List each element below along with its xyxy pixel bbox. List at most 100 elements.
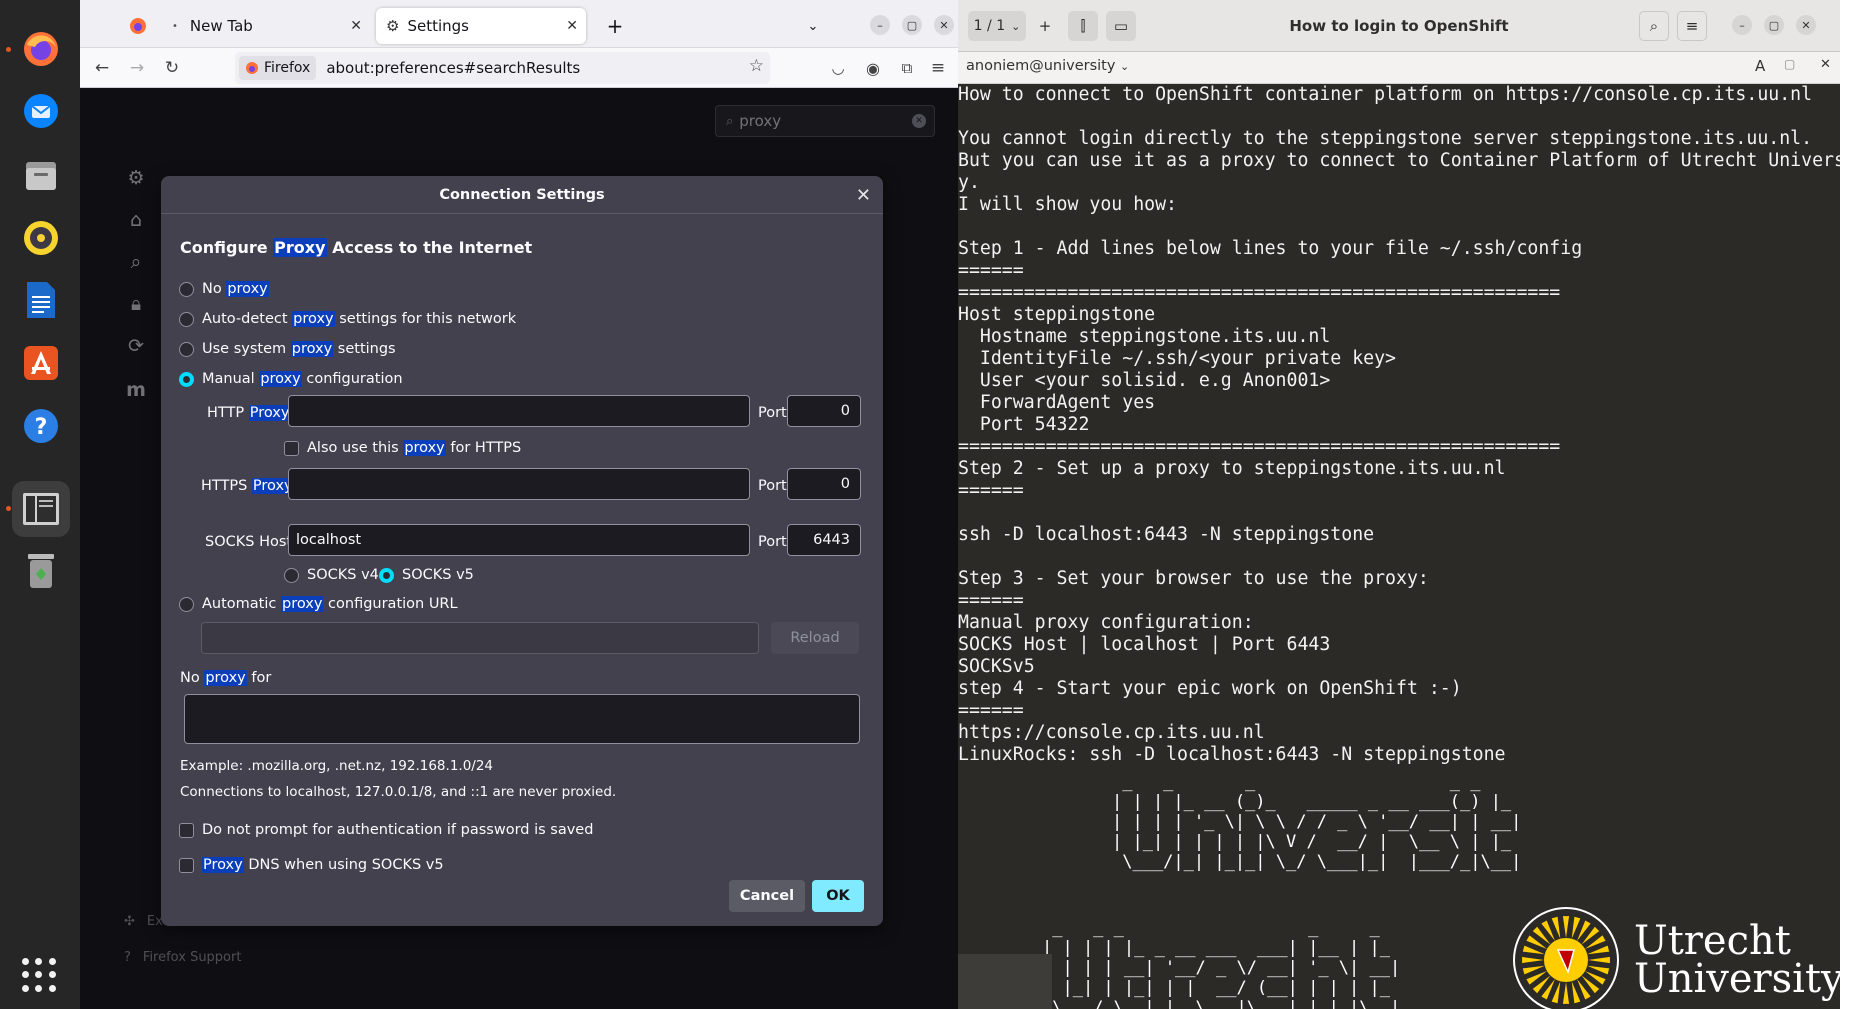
close-tab-icon[interactable]: ✕ — [566, 18, 578, 34]
https-port-input[interactable]: 0 — [787, 468, 861, 500]
rhythmbox-launcher[interactable] — [18, 215, 64, 261]
pocket-icon[interactable]: ◡ — [826, 56, 850, 80]
thunderbird-launcher[interactable] — [18, 88, 64, 134]
socks-host-input[interactable]: localhost — [288, 524, 750, 556]
auto-detect-option[interactable]: Auto-detect proxy settings for this netw… — [179, 311, 516, 327]
document-text: How to connect to OpenShift container pl… — [958, 84, 1840, 784]
socks-port-input[interactable]: 6443 — [787, 524, 861, 556]
identity-box[interactable]: Firefox — [239, 56, 317, 80]
proxy-url-input[interactable] — [201, 622, 759, 654]
maximize-button[interactable]: ▢ — [902, 15, 922, 35]
url-bar[interactable]: Firefox about:preferences#searchResults … — [235, 52, 770, 84]
radio-button[interactable] — [179, 596, 194, 612]
plus-icon: + — [606, 14, 624, 38]
url-text: about:preferences#searchResults — [326, 59, 581, 77]
proxy-dns-option[interactable]: Proxy DNS when using SOCKS v5 — [179, 857, 444, 873]
socks-v4-label: SOCKS v4 — [307, 567, 379, 583]
annotations-button[interactable]: ▭ — [1106, 11, 1136, 41]
document-line: I will show you how: — [958, 194, 1177, 215]
firefox-launcher[interactable] — [18, 26, 64, 72]
new-tab-button[interactable]: + — [600, 8, 630, 44]
close-icon[interactable]: ✕ — [1820, 57, 1831, 72]
no-prompt-auth-option[interactable]: Do not prompt for authentication if pass… — [179, 822, 593, 838]
ascii-art-line: \___/|_| |_|_| \_/ \___|_| |___/_|\__| — [1112, 852, 1522, 872]
proxy-dns-label: Proxy DNS when using SOCKS v5 — [202, 857, 444, 873]
trash-launcher[interactable] — [18, 547, 64, 593]
menu-icon[interactable]: ≡ — [1677, 11, 1707, 41]
https-port-label: Port — [758, 478, 787, 494]
socks-v5-option[interactable]: SOCKS v5 — [379, 567, 474, 583]
checkbox[interactable] — [179, 822, 194, 838]
account-selector[interactable]: anoniem@university ⌄ — [966, 58, 1129, 74]
radio-button[interactable] — [179, 281, 194, 297]
close-window-button[interactable]: ✕ — [1796, 15, 1816, 35]
close-icon[interactable]: ✕ — [856, 185, 871, 206]
show-apps-button[interactable] — [22, 958, 56, 992]
document-line: How to connect to OpenShift container pl… — [958, 84, 1813, 105]
reload-button[interactable]: Reload — [771, 622, 859, 654]
maximize-button[interactable]: ▢ — [1764, 15, 1784, 35]
socks-v5-label: SOCKS v5 — [402, 567, 474, 583]
http-port-input[interactable]: 0 — [787, 395, 861, 427]
checkbox[interactable] — [284, 440, 299, 456]
ascii-art-line: \___/ \__|_| \___|\___|_| |_|\__| — [1042, 998, 1401, 1009]
minimize-button[interactable]: – — [870, 15, 890, 35]
tab-settings[interactable]: ⚙ Settings ✕ — [376, 8, 586, 44]
menu-icon[interactable]: ≡ — [926, 56, 950, 80]
cancel-button[interactable]: Cancel — [729, 880, 805, 912]
document-viewer-launcher[interactable] — [12, 481, 70, 537]
document-line: SOCKS Host | localhost | Port 6443 — [958, 634, 1331, 655]
app-center-launcher[interactable] — [18, 340, 64, 386]
back-button[interactable]: ← — [90, 56, 114, 80]
sidebar-toggle-button[interactable]: ⫿ — [1068, 11, 1098, 41]
bookmark-star-icon[interactable]: ☆ — [749, 56, 764, 76]
http-proxy-input[interactable] — [288, 395, 750, 427]
restore-icon[interactable]: ▢ — [1784, 57, 1795, 71]
automatic-proxy-url-option[interactable]: Automatic proxy configuration URL — [179, 596, 458, 612]
close-window-button[interactable]: ✕ — [934, 15, 954, 35]
radio-button-selected[interactable] — [179, 371, 194, 387]
checkbox[interactable] — [179, 857, 194, 873]
system-proxy-option[interactable]: Use system proxy settings — [179, 341, 396, 357]
close-tab-icon[interactable]: ✕ — [350, 18, 362, 34]
firefox-icon — [24, 32, 58, 66]
forward-button[interactable]: → — [125, 56, 149, 80]
account-icon[interactable]: ◉ — [861, 56, 885, 80]
document-line: LinuxRocks: ssh -D localhost:6443 -N ste… — [958, 744, 1506, 765]
font-size-icon[interactable]: A — [1755, 57, 1765, 75]
list-all-tabs-button[interactable]: ⌄ — [798, 8, 828, 44]
viewer-toolbar: anoniem@university ⌄ A ▢ ✕ — [958, 52, 1840, 84]
ascii-art-line: | | | | '_ \| \ \ / / _ \ '__/ __| | __| — [1112, 812, 1522, 832]
writer-launcher[interactable] — [18, 277, 64, 323]
document-viewer-icon — [23, 493, 59, 525]
tab-new-tab[interactable]: • New Tab ✕ — [162, 8, 370, 44]
auto-detect-label: Auto-detect proxy settings for this netw… — [202, 311, 517, 327]
viewer-header: 1 / 1 ⌄ + ⫿ ▭ How to login to OpenShift … — [958, 0, 1840, 52]
firefox-view-button[interactable] — [119, 8, 157, 44]
document-line: Step 1 - Add lines below lines to your f… — [958, 238, 1583, 259]
help-launcher[interactable]: ? — [18, 403, 64, 449]
no-proxy-for-textarea[interactable] — [184, 694, 860, 744]
no-proxy-option[interactable]: No proxy — [179, 281, 269, 297]
extensions-icon[interactable]: ⧉ — [895, 56, 919, 80]
radio-button[interactable] — [284, 567, 299, 583]
radio-button-selected[interactable] — [379, 567, 394, 583]
radio-button[interactable] — [179, 341, 194, 357]
minimize-button[interactable]: – — [1732, 15, 1752, 35]
https-proxy-input[interactable] — [288, 468, 750, 500]
files-launcher[interactable] — [18, 152, 64, 198]
ok-button[interactable]: OK — [812, 880, 864, 912]
search-icon[interactable]: ⌕ — [1639, 11, 1669, 41]
zoom-in-button[interactable]: + — [1030, 11, 1060, 41]
localhost-note: Connections to localhost, 127.0.0.1/8, a… — [180, 784, 617, 800]
document-line: ========================================… — [958, 282, 1561, 303]
radio-button[interactable] — [179, 311, 194, 327]
page-selector[interactable]: 1 / 1 ⌄ — [968, 11, 1026, 41]
also-https-option[interactable]: Also use this proxy for HTTPS — [284, 440, 521, 456]
reload-button[interactable]: ↻ — [160, 56, 184, 80]
socks-v4-option[interactable]: SOCKS v4 — [284, 567, 379, 583]
https-proxy-label: HTTPS Proxy — [201, 478, 294, 494]
manual-proxy-option[interactable]: Manual proxy configuration — [179, 371, 403, 387]
